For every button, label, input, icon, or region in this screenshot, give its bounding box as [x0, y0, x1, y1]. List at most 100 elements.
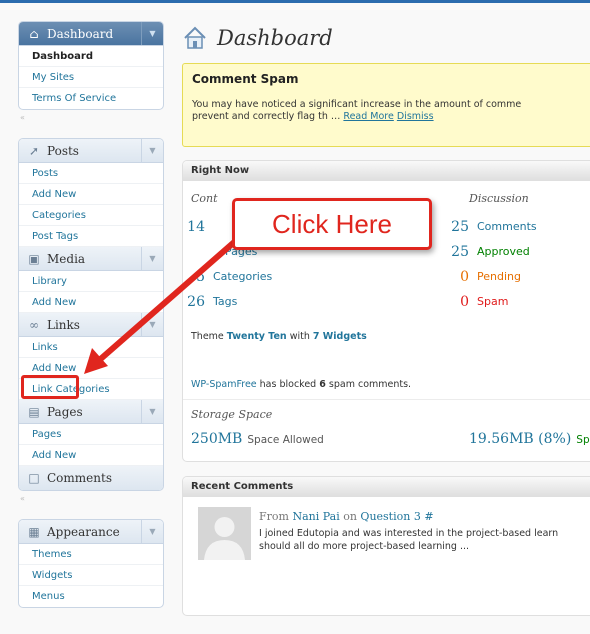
notice-title: Comment Spam [192, 72, 299, 86]
menu-head-label: Comments [47, 471, 112, 485]
stat-label: Pending [477, 270, 521, 283]
comment-excerpt-line-1: I joined Edutopia and was interested in … [259, 528, 559, 539]
menu-head-label: Dashboard [47, 26, 114, 41]
comment-meta: From Nani Pai on Question 3 # [259, 510, 434, 523]
menu-head-pages[interactable]: ▤ Pages ▼ [19, 400, 163, 424]
pages-icon: ▤ [28, 404, 40, 419]
page-title-text: Dashboard [217, 26, 333, 50]
pushpin-icon: ➚ [28, 143, 40, 158]
stat-count: 25 [451, 218, 469, 235]
sidebar-item-posts[interactable]: Posts [19, 163, 163, 184]
sidebar-item-widgets[interactable]: Widgets [19, 565, 163, 586]
sidebar-item-add-new-page[interactable]: Add New [19, 445, 163, 466]
stat-label: Spam [477, 295, 509, 308]
space-allowed: 250MB Space Allowed [191, 431, 324, 447]
menu-head-label: Posts [47, 143, 79, 158]
comment-on: on [339, 510, 361, 523]
menu-group-dashboard: ⌂ Dashboard ▼ Dashboard My Sites Terms O… [18, 21, 164, 110]
stat-row[interactable]: 25 Comments [447, 214, 537, 239]
menu-head-comments[interactable]: □ Comments [19, 466, 163, 490]
stat-label: Approved [477, 245, 530, 258]
collapse-menu-icon[interactable]: « [18, 491, 164, 505]
stat-count: 14 [187, 218, 205, 235]
comment-from: From [259, 510, 293, 523]
discussion-column-head: Discussion [469, 192, 529, 205]
stat-row[interactable]: 25 Approved [447, 239, 537, 264]
recent-comments-title: Recent Comments [183, 477, 590, 497]
chevron-down-icon[interactable]: ▼ [141, 400, 163, 423]
menu-separator [18, 124, 164, 138]
media-icon: ▣ [28, 251, 40, 266]
collapse-menu-icon[interactable]: « [18, 110, 164, 124]
menu-head-dashboard[interactable]: ⌂ Dashboard ▼ [19, 22, 163, 46]
menu-group-posts: ➚ Posts ▼ Posts Add New Categories Post … [18, 138, 164, 491]
sidebar-item-add-new-post[interactable]: Add New [19, 184, 163, 205]
widgets-link[interactable]: 7 Widgets [313, 331, 367, 342]
stat-label: Categories [213, 270, 273, 283]
space-allowed-label: Space Allowed [247, 434, 324, 446]
spamfree-info: WP-SpamFree has blocked 6 spam comments. [191, 379, 411, 390]
click-here-callout: Click Here [232, 198, 432, 250]
stat-count: 0 [460, 268, 469, 285]
stat-row[interactable]: 0 Spam [447, 289, 537, 314]
stat-count: 0 [460, 293, 469, 310]
sidebar-item-categories[interactable]: Categories [19, 205, 163, 226]
house-icon: ⌂ [29, 26, 39, 41]
links-icon: ∞ [29, 317, 39, 332]
stat-row[interactable]: 5 Categories [183, 264, 272, 289]
spamfree-link[interactable]: WP-SpamFree [191, 379, 257, 390]
theme-name-link[interactable]: Twenty Ten [227, 331, 287, 342]
spamfree-count: 6 [319, 379, 326, 390]
stat-label: Comments [477, 220, 537, 233]
sidebar-item-menus[interactable]: Menus [19, 586, 163, 607]
dismiss-link[interactable]: Dismiss [397, 111, 434, 122]
menu-separator [18, 505, 164, 519]
chevron-down-icon[interactable]: ▼ [141, 22, 163, 45]
menu-head-label: Links [47, 317, 80, 332]
discussion-stats: 25 Comments 25 Approved 0 Pending 0 Spam [447, 214, 537, 314]
spamfree-post: spam comments. [325, 379, 412, 390]
appearance-icon: ▦ [28, 524, 40, 539]
divider [183, 399, 590, 400]
comment-post-link[interactable]: Question 3 # [360, 510, 433, 523]
main-content: Dashboard Comment Spam You may have noti… [182, 21, 590, 616]
stat-row[interactable]: 26 Tags [183, 289, 272, 314]
admin-sidebar: ⌂ Dashboard ▼ Dashboard My Sites Terms O… [18, 21, 164, 608]
comment-spam-notice: Comment Spam You may have noticed a sign… [182, 63, 590, 147]
stat-count: 5 [196, 268, 205, 285]
comment-author-link[interactable]: Nani Pai [292, 510, 339, 523]
sidebar-item-dashboard[interactable]: Dashboard [19, 46, 163, 67]
stat-row[interactable]: 0 Pending [447, 264, 537, 289]
avatar-silhouette-icon [204, 517, 245, 560]
sidebar-item-pages[interactable]: Pages [19, 424, 163, 445]
menu-group-appearance: ▦ Appearance ▼ Themes Widgets Menus [18, 519, 164, 608]
sidebar-item-terms-of-service[interactable]: Terms Of Service [19, 88, 163, 109]
comments-icon: □ [28, 471, 40, 485]
sidebar-item-links[interactable]: Links [19, 337, 163, 358]
comment-excerpt-line-2: should all do more project-based learnin… [259, 541, 470, 552]
notice-line-2-text: prevent and correctly flag th … [192, 111, 344, 122]
chevron-down-icon[interactable]: ▼ [141, 139, 163, 162]
chevron-down-icon[interactable]: ▼ [141, 520, 163, 543]
sidebar-item-post-tags[interactable]: Post Tags [19, 226, 163, 247]
space-allowed-value: 250MB [191, 431, 243, 447]
page-title: Dashboard [182, 21, 590, 55]
menu-head-appearance[interactable]: ▦ Appearance ▼ [19, 520, 163, 544]
read-more-link[interactable]: Read More [343, 111, 393, 122]
sidebar-item-my-sites[interactable]: My Sites [19, 67, 163, 88]
notice-line-2: prevent and correctly flag th … Read Mor… [192, 111, 590, 123]
sidebar-item-add-new-media[interactable]: Add New [19, 292, 163, 313]
content-column-head: Cont [191, 192, 218, 205]
menu-head-media[interactable]: ▣ Media ▼ [19, 247, 163, 271]
menu-head-posts[interactable]: ➚ Posts ▼ [19, 139, 163, 163]
menu-head-label: Media [47, 251, 86, 266]
sidebar-item-themes[interactable]: Themes [19, 544, 163, 565]
sidebar-item-library[interactable]: Library [19, 271, 163, 292]
stat-count: 25 [451, 243, 469, 260]
space-used: 19.56MB (8%) Sp [469, 431, 590, 447]
chevron-down-icon[interactable]: ▼ [141, 313, 163, 336]
chevron-down-icon[interactable]: ▼ [141, 247, 163, 270]
menu-head-links[interactable]: ∞ Links ▼ [19, 313, 163, 337]
menu-head-label: Appearance [47, 524, 120, 539]
right-now-title: Right Now [183, 161, 590, 181]
